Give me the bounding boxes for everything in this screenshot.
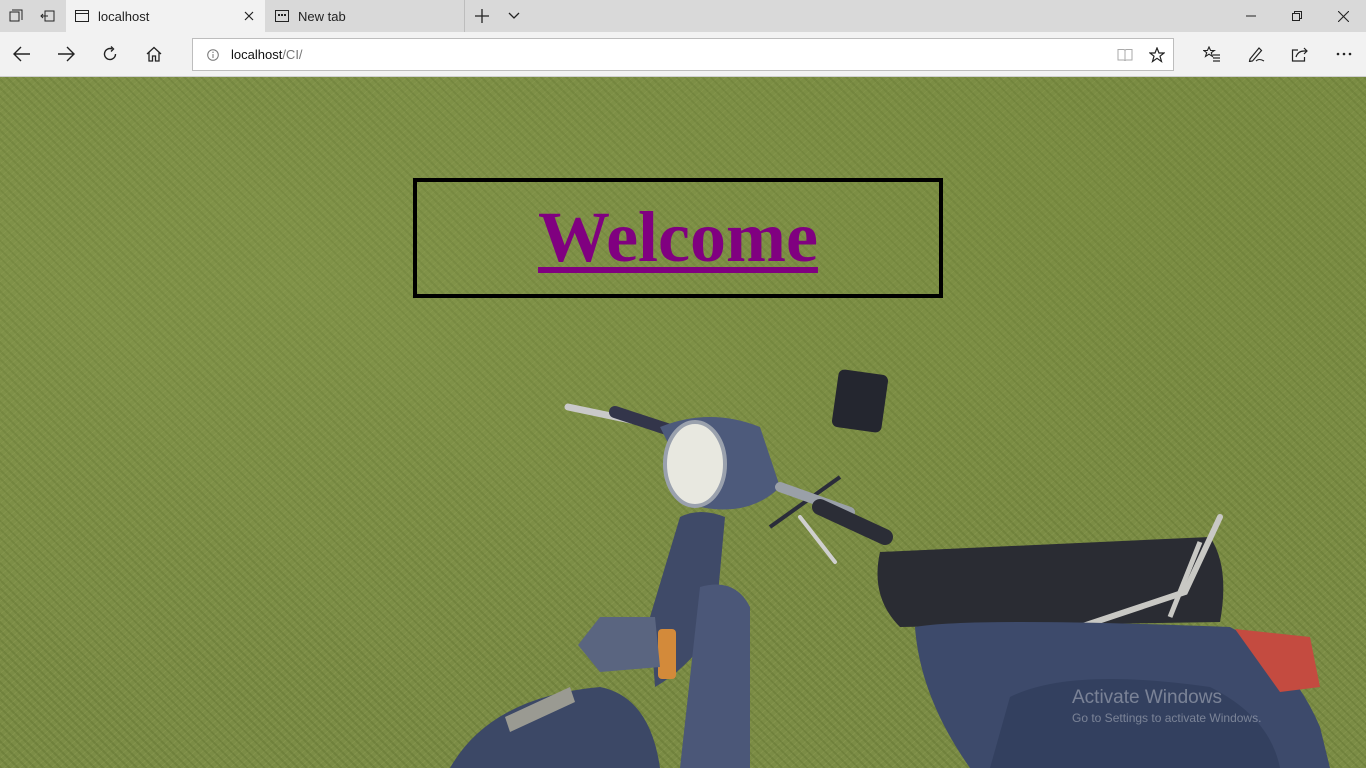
watermark-line2: Go to Settings to activate Windows.	[1072, 711, 1262, 725]
navigation-bar: localhost/CI/	[0, 32, 1366, 77]
tab-strip: localhost New tab	[0, 0, 1366, 32]
reading-view-icon[interactable]	[1109, 39, 1141, 70]
restore-icon[interactable]	[1274, 0, 1320, 32]
share-icon[interactable]	[1278, 32, 1322, 76]
close-window-icon[interactable]	[1320, 0, 1366, 32]
favorite-star-icon[interactable]	[1141, 39, 1173, 70]
page-icon	[74, 8, 90, 24]
tab-preview-icon[interactable]	[0, 0, 32, 32]
chevron-down-icon[interactable]	[498, 0, 530, 32]
forward-arrow-icon[interactable]	[44, 32, 88, 76]
refresh-icon[interactable]	[88, 32, 132, 76]
url-path: /CI/	[282, 47, 303, 62]
welcome-heading[interactable]: Welcome	[538, 196, 818, 279]
new-tab-page-icon	[274, 8, 290, 24]
tab-localhost[interactable]: localhost	[66, 0, 265, 32]
close-tab-icon[interactable]	[235, 2, 263, 30]
back-arrow-icon[interactable]	[0, 32, 44, 76]
tab-new-tab[interactable]: New tab	[266, 0, 465, 32]
activate-windows-watermark: Activate Windows Go to Settings to activ…	[1072, 687, 1261, 725]
more-options-icon[interactable]	[1322, 32, 1366, 76]
new-tab-plus-icon[interactable]	[466, 0, 498, 32]
set-tabs-aside-icon[interactable]	[32, 0, 64, 32]
tab-label: localhost	[98, 8, 150, 24]
watermark-line1: Activate Windows	[1072, 687, 1222, 708]
favorites-hub-icon[interactable]	[1190, 32, 1234, 76]
tab-label: New tab	[298, 8, 346, 24]
minimize-icon[interactable]	[1228, 0, 1274, 32]
page-viewport: Welcome Activate Windows Go to Settings …	[0, 77, 1366, 768]
address-bar[interactable]: localhost/CI/	[192, 38, 1174, 71]
info-icon[interactable]	[206, 48, 220, 62]
url-text[interactable]: localhost/CI/	[231, 47, 1109, 62]
url-host: localhost	[231, 47, 283, 62]
home-icon[interactable]	[132, 32, 176, 76]
welcome-box: Welcome	[413, 178, 943, 298]
web-note-pen-icon[interactable]	[1234, 32, 1278, 76]
